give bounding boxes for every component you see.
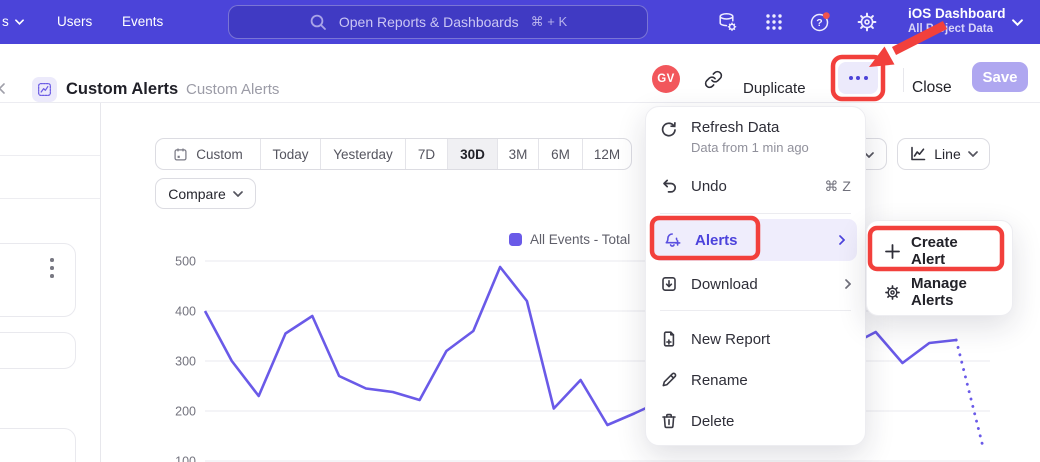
chevron-right-icon bbox=[839, 235, 845, 245]
chevron-left-icon[interactable] bbox=[0, 83, 5, 94]
avatar[interactable]: GV bbox=[652, 65, 680, 93]
nav-item-users[interactable]: Users bbox=[57, 14, 92, 29]
menu-item-rename[interactable]: Rename bbox=[646, 360, 865, 400]
menu-item-label: Rename bbox=[691, 372, 748, 389]
menu-item-label: Undo bbox=[691, 178, 727, 195]
report-type-icon bbox=[32, 77, 57, 102]
range-30d[interactable]: 30D bbox=[448, 139, 498, 169]
menu-item-refresh-data[interactable]: Refresh Data Data from 1 min ago bbox=[646, 116, 865, 167]
compare-button[interactable]: Compare bbox=[155, 178, 256, 209]
search-icon bbox=[309, 13, 327, 31]
download-icon bbox=[660, 275, 678, 293]
help-icon[interactable]: ? bbox=[809, 11, 831, 33]
submenu-item-label: Manage Alerts bbox=[911, 275, 995, 309]
divider bbox=[903, 68, 904, 92]
svg-text:300: 300 bbox=[175, 355, 196, 369]
project-switcher[interactable]: iOS Dashboard All Project Data bbox=[908, 6, 1006, 36]
panel-separator bbox=[0, 198, 100, 199]
range-3m[interactable]: 3M bbox=[498, 139, 539, 169]
breadcrumb: Custom Alerts bbox=[186, 81, 279, 98]
nav-item-partial[interactable]: s bbox=[2, 14, 24, 29]
panel-separator bbox=[0, 155, 100, 156]
chevron-down-icon bbox=[233, 191, 243, 197]
screen: 500 400 300 200 100 All Events - Total Custo… bbox=[0, 0, 1040, 462]
kebab-menu-icon[interactable] bbox=[50, 258, 54, 278]
menu-item-label: New Report bbox=[691, 331, 770, 348]
project-subtitle: All Project Data bbox=[908, 23, 1006, 36]
chevron-down-icon bbox=[1012, 19, 1023, 26]
submenu-item-create-alert[interactable]: Create Alert bbox=[867, 231, 1012, 271]
undo-shortcut: ⌘ Z bbox=[825, 178, 851, 195]
sidebar-divider bbox=[100, 103, 101, 462]
submenu-item-manage-alerts[interactable]: Manage Alerts bbox=[867, 272, 1012, 312]
project-title: iOS Dashboard bbox=[908, 6, 1006, 22]
menu-item-alerts[interactable]: Alerts bbox=[653, 219, 857, 261]
data-management-icon[interactable] bbox=[716, 11, 738, 33]
top-nav: s Users Events Open Reports & Dashboards… bbox=[0, 0, 1040, 44]
refresh-status: Data from 1 min ago bbox=[691, 140, 809, 155]
trash-icon bbox=[660, 412, 678, 430]
search-placeholder: Open Reports & Dashboards bbox=[339, 14, 519, 30]
legend-label: All Events - Total bbox=[530, 232, 630, 247]
chart-type-button[interactable]: Line bbox=[897, 138, 990, 170]
page-title: Custom Alerts bbox=[66, 80, 178, 99]
side-card[interactable] bbox=[0, 428, 76, 462]
svg-text:500: 500 bbox=[175, 255, 196, 269]
report-header: Custom Alerts Custom Alerts GV Duplicate… bbox=[0, 44, 1040, 103]
plus-icon bbox=[884, 243, 901, 260]
menu-item-label: Download bbox=[691, 276, 758, 293]
range-today[interactable]: Today bbox=[261, 139, 321, 169]
menu-item-delete[interactable]: Delete bbox=[646, 400, 865, 442]
menu-item-download[interactable]: Download bbox=[646, 263, 865, 305]
new-report-icon bbox=[660, 330, 678, 348]
alerts-submenu: Create Alert Manage Alerts bbox=[866, 220, 1013, 316]
range-6m[interactable]: 6M bbox=[539, 139, 583, 169]
chevron-down-icon bbox=[15, 19, 24, 25]
menu-item-label: Alerts bbox=[695, 232, 738, 249]
range-yesterday[interactable]: Yesterday bbox=[321, 139, 406, 169]
alert-bell-icon bbox=[664, 231, 682, 249]
gear-icon[interactable] bbox=[856, 11, 878, 33]
range-custom[interactable]: Custom bbox=[156, 139, 261, 169]
chart-legend[interactable]: All Events - Total bbox=[509, 232, 630, 247]
copy-link-icon[interactable] bbox=[704, 70, 723, 89]
pencil-icon bbox=[660, 371, 678, 389]
menu-item-new-report[interactable]: New Report bbox=[646, 318, 865, 360]
more-options-button[interactable] bbox=[838, 62, 878, 94]
apps-grid-icon[interactable] bbox=[763, 11, 785, 33]
menu-item-label: Delete bbox=[691, 413, 734, 430]
gear-icon bbox=[884, 284, 901, 301]
search-shortcut: ⌘ + K bbox=[531, 14, 568, 30]
range-7d[interactable]: 7D bbox=[406, 139, 448, 169]
menu-divider bbox=[660, 310, 851, 311]
save-button[interactable]: Save bbox=[972, 62, 1028, 92]
line-chart-icon bbox=[909, 145, 927, 163]
duplicate-button[interactable]: Duplicate bbox=[743, 80, 806, 97]
svg-text:100: 100 bbox=[175, 455, 196, 462]
calendar-icon bbox=[173, 147, 188, 162]
side-card[interactable] bbox=[0, 332, 76, 369]
nav-item-events[interactable]: Events bbox=[122, 14, 163, 29]
chevron-right-icon bbox=[845, 279, 851, 289]
range-12m[interactable]: 12M bbox=[583, 139, 631, 169]
menu-item-label: Refresh Data bbox=[691, 119, 779, 136]
refresh-icon bbox=[660, 121, 678, 139]
side-card[interactable] bbox=[0, 243, 76, 317]
global-search[interactable]: Open Reports & Dashboards ⌘ + K bbox=[228, 5, 648, 39]
submenu-item-label: Create Alert bbox=[911, 234, 995, 268]
notification-dot bbox=[823, 12, 830, 19]
svg-text:?: ? bbox=[816, 17, 822, 29]
menu-item-undo[interactable]: Undo ⌘ Z bbox=[646, 164, 865, 208]
more-options-menu: Refresh Data Data from 1 min ago Undo ⌘ … bbox=[645, 106, 866, 446]
undo-icon bbox=[660, 177, 678, 195]
legend-swatch bbox=[509, 233, 522, 246]
close-button[interactable]: Close bbox=[912, 79, 952, 97]
svg-text:200: 200 bbox=[175, 405, 196, 419]
date-range-control: Custom Today Yesterday 7D 30D 3M 6M 12M bbox=[155, 138, 632, 170]
chevron-down-icon bbox=[968, 151, 978, 157]
menu-divider bbox=[660, 213, 851, 214]
svg-text:400: 400 bbox=[175, 305, 196, 319]
